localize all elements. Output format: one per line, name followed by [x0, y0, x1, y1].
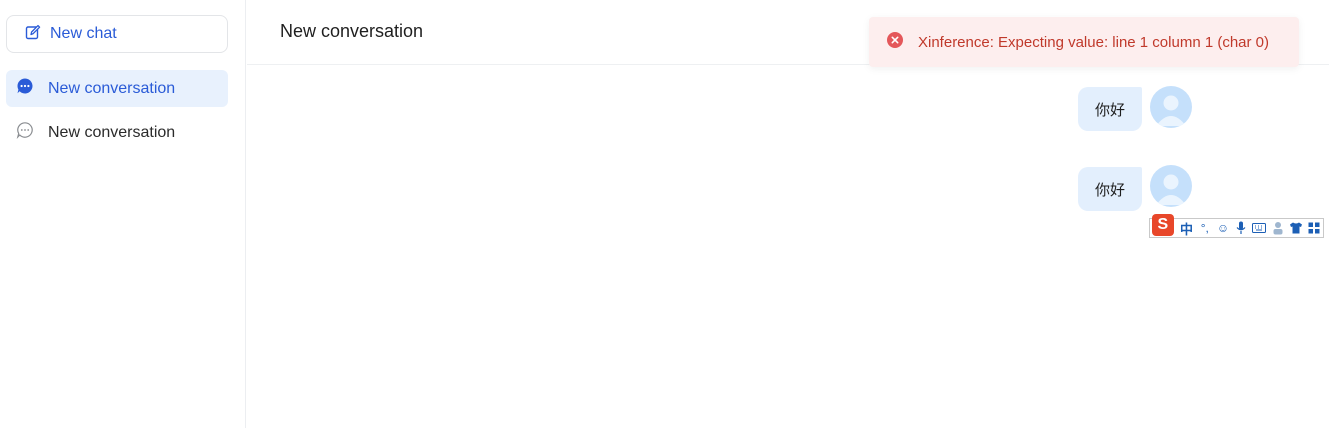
- ime-toolbar[interactable]: S 中 °, ☺: [1149, 214, 1324, 238]
- chat-bubble-outline-icon: [16, 121, 34, 144]
- new-chat-label: New chat: [50, 25, 117, 42]
- conversation-label: New conversation: [48, 79, 176, 97]
- error-message: Xinference: Expecting value: line 1 colu…: [918, 33, 1270, 51]
- chat-bubble-icon: [16, 77, 34, 100]
- user-avatar-icon: [1156, 174, 1186, 205]
- ime-mode-label: 中: [1180, 221, 1194, 237]
- ime-chinese-mode[interactable]: 中: [1178, 219, 1196, 237]
- keyboard-icon[interactable]: [1251, 219, 1269, 237]
- message-text: 你好: [1094, 181, 1125, 199]
- ime-punctuation-label: °,: [1200, 221, 1209, 235]
- avatar: [1150, 86, 1192, 128]
- user-message-bubble: 你好: [1078, 87, 1142, 131]
- user-message-bubble: 你好: [1078, 167, 1142, 211]
- sidebar: New chat New conversation New conversati…: [0, 0, 246, 428]
- ime-logo-letter: S: [1157, 216, 1169, 233]
- edit-icon: [25, 24, 41, 45]
- new-chat-button[interactable]: New chat: [6, 15, 228, 53]
- sogou-logo-icon[interactable]: S: [1152, 214, 1174, 236]
- smiley-icon: ☺: [1216, 221, 1230, 235]
- conversation-item[interactable]: New conversation: [6, 114, 228, 151]
- error-circle-icon: [886, 31, 904, 54]
- error-toast: Xinference: Expecting value: line 1 colu…: [869, 17, 1299, 67]
- shirt-icon[interactable]: [1287, 219, 1305, 237]
- mic-icon[interactable]: [1232, 219, 1250, 237]
- grid-icon[interactable]: [1305, 219, 1323, 237]
- app-root: New chat New conversation New conversati…: [0, 0, 1329, 428]
- avatar: [1150, 165, 1192, 207]
- message-text: 你好: [1094, 101, 1125, 119]
- user-icon[interactable]: [1269, 219, 1287, 237]
- ime-punctuation[interactable]: °,: [1196, 219, 1214, 237]
- ime-emoji[interactable]: ☺: [1214, 219, 1232, 237]
- conversation-item-active[interactable]: New conversation: [6, 70, 228, 107]
- conversation-label: New conversation: [48, 123, 176, 141]
- user-avatar-icon: [1156, 95, 1186, 126]
- conversation-title: New conversation: [280, 21, 424, 41]
